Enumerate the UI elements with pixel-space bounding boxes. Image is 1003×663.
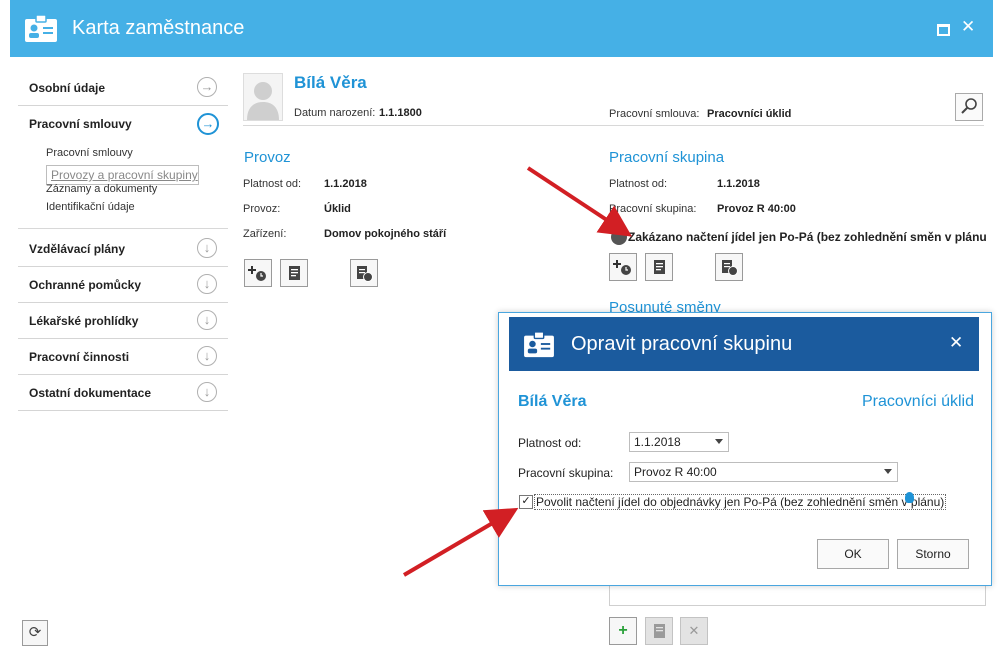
- birth-date-value: 1.1.1800: [379, 107, 422, 119]
- add-clock-icon: [613, 260, 631, 275]
- document-edit-icon: [654, 260, 665, 274]
- ok-button[interactable]: OK: [817, 539, 889, 569]
- provoz-valid-from-value: 1.1.2018: [324, 178, 367, 190]
- group-select[interactable]: Provoz R 40:00: [629, 462, 898, 482]
- sidebar-item-ochranne-pomucky[interactable]: Ochranné pomůcky ↓: [18, 267, 228, 303]
- arrow-right-circle-icon[interactable]: →: [197, 77, 217, 97]
- sidebar-item-label: Pracovní činnosti: [29, 350, 130, 364]
- refresh-icon[interactable]: ⟳: [22, 620, 48, 646]
- sidebar-item-ostatni-dokumentace[interactable]: Ostatní dokumentace ↓: [18, 375, 228, 411]
- maximize-icon[interactable]: [937, 24, 950, 36]
- provoz-value: Úklid: [324, 203, 351, 215]
- search-button[interactable]: [955, 93, 983, 121]
- avatar: [243, 73, 283, 121]
- edit-button-disabled[interactable]: [645, 617, 673, 645]
- chevron-down-icon[interactable]: [884, 469, 892, 474]
- zarizeni-label: Zařízení:: [243, 228, 287, 240]
- search-icon: [961, 98, 977, 114]
- sidebar-item-label: Pracovní smlouvy: [29, 117, 132, 131]
- add-history-button-2[interactable]: [609, 253, 637, 281]
- document-edit-icon: [654, 624, 665, 638]
- sidebar-divider: [18, 228, 228, 229]
- history-button-2[interactable]: [715, 253, 743, 281]
- sidebar-item-lekarske-prohlidky[interactable]: Lékařské prohlídky ↓: [18, 303, 228, 339]
- valid-from-picker[interactable]: 1.1.2018: [629, 432, 729, 452]
- meal-checkbox[interactable]: ✓: [519, 495, 533, 509]
- dialog-header: Opravit pracovní skupinu ✕: [509, 317, 979, 371]
- annotation-arrow-top: [526, 166, 633, 237]
- sidebar-item-pracovni-smlouvy[interactable]: Pracovní smlouvy →: [18, 106, 228, 141]
- sidebar-item-label: Ochranné pomůcky: [29, 278, 142, 292]
- edit-button[interactable]: [280, 259, 308, 287]
- subitem-pracovni-smlouvy[interactable]: Pracovní smlouvy: [46, 147, 133, 159]
- window-close-icon[interactable]: ✕: [961, 17, 975, 37]
- zarizeni-value: Domov pokojného stáří: [324, 228, 447, 240]
- arrow-down-circle-icon[interactable]: ↓: [197, 346, 217, 366]
- contract-value: Pracovníci úklid: [707, 108, 792, 120]
- meal-restriction-label: Zakázano načtení jídel jen Po-Pá (bez zo…: [628, 230, 987, 244]
- provoz-label: Provoz:: [243, 203, 281, 215]
- birth-date-label: Datum narození:: [294, 107, 376, 119]
- window-title: Karta zaměstnance: [72, 17, 245, 39]
- meal-checkbox-label[interactable]: Povolit načtení jídel do objednávky jen …: [534, 494, 947, 510]
- valid-from-label: Platnost od:: [518, 436, 582, 450]
- dialog-contract: Pracovníci úklid: [861, 393, 974, 410]
- subitem-identifikacni-udaje[interactable]: Identifikační údaje: [46, 201, 135, 213]
- chevron-down-icon[interactable]: [715, 439, 723, 444]
- arrow-down-circle-icon[interactable]: ↓: [197, 310, 217, 330]
- dialog-title: Opravit pracovní skupinu: [571, 333, 793, 355]
- skupina-valid-from-value: 1.1.2018: [717, 178, 760, 190]
- sidebar-item-label: Lékařské prohlídky: [29, 314, 139, 328]
- sidebar-item-vzdelavaci-plany[interactable]: Vzdělávací plány ↓: [18, 231, 228, 267]
- document-history-icon: [722, 260, 738, 276]
- meal-restriction-toggle[interactable]: [611, 229, 627, 245]
- window-titlebar: Karta zaměstnance ✕: [10, 0, 993, 57]
- subitem-zaznamy-a-dokumenty[interactable]: Záznamy a dokumenty: [46, 183, 157, 195]
- edit-group-dialog: Opravit pracovní skupinu ✕ Bílá Věra Pra…: [498, 312, 992, 586]
- sidebar-item-label: Vzdělávací plány: [29, 242, 126, 256]
- document-edit-icon: [289, 266, 300, 280]
- arrow-down-circle-icon[interactable]: ↓: [197, 274, 217, 294]
- person-silhouette-icon: [247, 82, 279, 120]
- document-history-icon: [357, 266, 373, 282]
- arrow-down-circle-icon[interactable]: ↓: [197, 382, 217, 402]
- arrow-right-circle-icon[interactable]: →: [197, 113, 219, 135]
- edit-button-2[interactable]: [645, 253, 673, 281]
- contract-label: Pracovní smlouva:: [609, 108, 700, 120]
- id-card-icon: [25, 14, 57, 42]
- subitem-provozy-a-skupiny[interactable]: Provozy a pracovní skupiny: [46, 165, 199, 185]
- id-card-icon: [524, 331, 554, 358]
- add-clock-icon: [248, 266, 266, 281]
- arrow-down-circle-icon[interactable]: ↓: [197, 238, 217, 258]
- dialog-employee-name: Bílá Věra: [518, 393, 587, 410]
- cancel-button[interactable]: Storno: [897, 539, 969, 569]
- sidebar-item-label: Osobní údaje: [29, 81, 106, 95]
- group-select-value: Provoz R 40:00: [634, 465, 717, 479]
- valid-from-value: 1.1.2018: [634, 435, 681, 449]
- provoz-valid-from-label: Platnost od:: [243, 178, 302, 190]
- delete-button-disabled[interactable]: ✕: [680, 617, 708, 645]
- dialog-close-icon[interactable]: ✕: [949, 333, 963, 353]
- skupina-value: Provoz R 40:00: [717, 203, 796, 215]
- annotation-arrow-bottom: [402, 507, 519, 577]
- sidebar-item-pracovni-cinnosti[interactable]: Pracovní činnosti ↓: [18, 339, 228, 375]
- header-divider: [243, 125, 984, 126]
- skupina-label: Pracovní skupina:: [609, 203, 697, 215]
- sidebar-item-label: Ostatní dokumentace: [29, 386, 152, 400]
- add-button[interactable]: +: [609, 617, 637, 645]
- lightbulb-hint-icon[interactable]: [905, 492, 914, 503]
- sidebar-item-osobni-udaje[interactable]: Osobní údaje →: [18, 70, 228, 106]
- employee-name: Bílá Věra: [294, 73, 367, 92]
- add-history-button[interactable]: [244, 259, 272, 287]
- provoz-section-title: Provoz: [244, 149, 291, 166]
- group-label: Pracovní skupina:: [518, 466, 614, 480]
- skupina-valid-from-label: Platnost od:: [609, 178, 668, 190]
- history-button[interactable]: [350, 259, 378, 287]
- skupina-section-title: Pracovní skupina: [609, 149, 725, 166]
